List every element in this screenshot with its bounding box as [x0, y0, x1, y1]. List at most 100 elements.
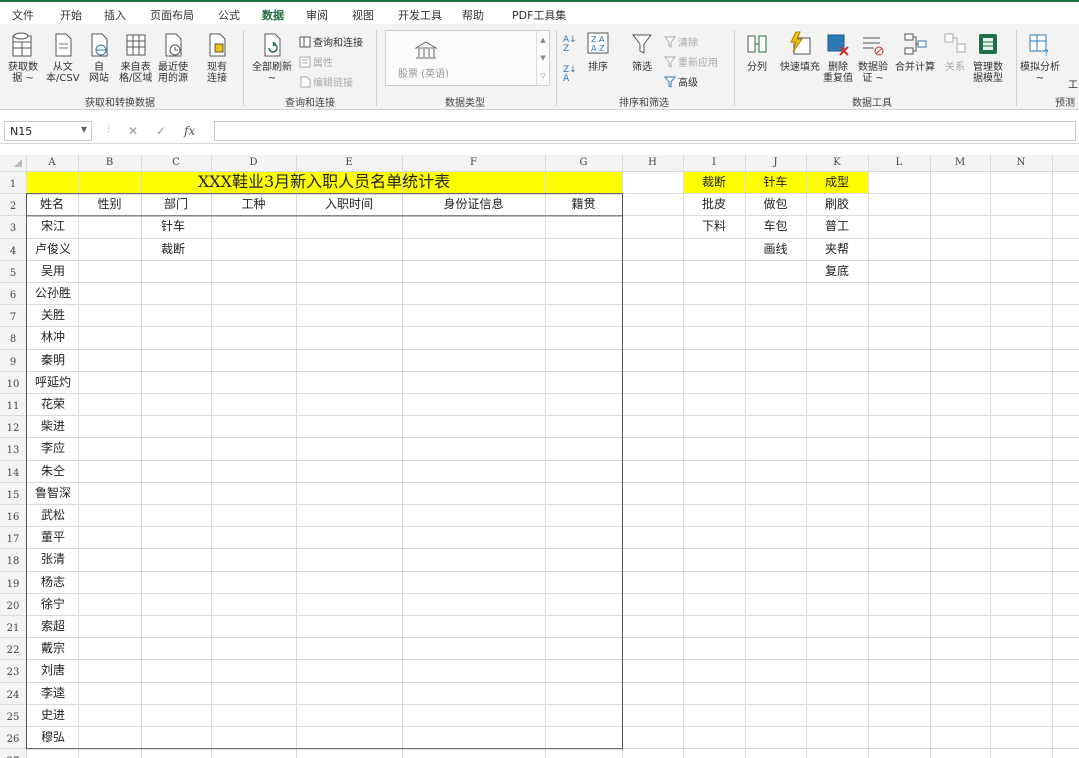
from-web-button[interactable]: 自网站: [88, 30, 110, 84]
name-cell[interactable]: 秦明: [28, 349, 78, 371]
column-header-N[interactable]: N: [990, 155, 1052, 171]
name-cell[interactable]: 宋江: [28, 215, 78, 237]
queries-connections-button[interactable]: 查询和连接: [299, 34, 363, 49]
worksheet-grid[interactable]: A B C D E F G H I J K L M N 1 2 3 4 5 6 7 8 9 10 11 12 13 14 15 16 17 1…: [0, 155, 1079, 758]
row-header-12[interactable]: 12: [0, 415, 26, 437]
row-header-13[interactable]: 13: [0, 437, 26, 459]
manage-data-model-button[interactable]: 管理数 据模型: [973, 30, 1003, 84]
row-header-6[interactable]: 6: [0, 282, 26, 304]
row-header-5[interactable]: 5: [0, 260, 26, 282]
row-header-2[interactable]: 2: [0, 193, 26, 215]
menu-developer[interactable]: 开发工具: [398, 7, 442, 23]
row-header-14[interactable]: 14: [0, 460, 26, 482]
row-header-25[interactable]: 25: [0, 704, 26, 726]
name-cell[interactable]: 戴宗: [28, 637, 78, 659]
list-cell-K[interactable]: 刷胶: [806, 193, 868, 215]
reapply-button[interactable]: 重新应用: [664, 54, 718, 69]
dept-cell[interactable]: 针车: [161, 215, 211, 237]
name-cell[interactable]: 柴进: [28, 415, 78, 437]
name-cell[interactable]: 刘唐: [28, 659, 78, 681]
row-header-10[interactable]: 10: [0, 371, 26, 393]
column-header-H[interactable]: H: [622, 155, 683, 171]
name-cell[interactable]: 穆弘: [28, 726, 78, 748]
column-title-cell[interactable]: 身份证信息: [402, 193, 545, 215]
row-header-23[interactable]: 23: [0, 659, 26, 681]
name-cell[interactable]: 索超: [28, 615, 78, 637]
from-text-csv-button[interactable]: 从文 本/CSV: [46, 30, 80, 84]
from-table-button[interactable]: 来自表 格/区域: [119, 30, 152, 84]
name-cell[interactable]: 朱仝: [28, 460, 78, 482]
name-cell[interactable]: 史进: [28, 704, 78, 726]
cancel-icon[interactable]: ✕: [128, 124, 138, 138]
consolidate-button[interactable]: 合并计算: [895, 30, 935, 73]
gallery-scroll[interactable]: ▲ ▼ ▽: [536, 31, 549, 85]
column-header-A[interactable]: A: [26, 155, 78, 171]
name-box[interactable]: N15 ▼: [4, 121, 92, 141]
row-header-7[interactable]: 7: [0, 304, 26, 326]
enter-check-icon[interactable]: ✓: [156, 124, 166, 138]
edit-links-button[interactable]: 编辑链接: [299, 74, 353, 89]
list-cell-K[interactable]: 夹帮: [806, 238, 868, 260]
data-validation-button[interactable]: 数据验证 ~: [858, 30, 888, 84]
sort-button[interactable]: Z AA Z 排序: [586, 30, 610, 73]
row-header-8[interactable]: 8: [0, 326, 26, 348]
column-title-cell[interactable]: 籍贯: [545, 193, 622, 215]
column-header-I[interactable]: I: [683, 155, 745, 171]
name-cell[interactable]: 张清: [28, 548, 78, 570]
list-cell-K[interactable]: 普工: [806, 215, 868, 237]
name-cell[interactable]: 卢俊义: [28, 238, 78, 260]
name-cell[interactable]: 吴用: [28, 260, 78, 282]
row-header-20[interactable]: 20: [0, 593, 26, 615]
list-cell-J[interactable]: 针车: [745, 171, 806, 193]
name-cell[interactable]: 杨志: [28, 571, 78, 593]
row-header-4[interactable]: 4: [0, 238, 26, 260]
name-cell[interactable]: 董平: [28, 526, 78, 548]
get-data-button[interactable]: 获取数据 ~: [8, 30, 38, 84]
sort-za-button[interactable]: Z↓ A: [563, 66, 577, 84]
menu-view[interactable]: 视图: [352, 7, 374, 23]
row-header-26[interactable]: 26: [0, 726, 26, 748]
list-cell-J[interactable]: 画线: [745, 238, 806, 260]
name-cell[interactable]: 林冲: [28, 326, 78, 348]
menu-pdf-tools[interactable]: PDF工具集: [512, 7, 566, 23]
column-title-cell[interactable]: 部门: [141, 193, 211, 215]
advanced-filter-button[interactable]: 高级: [664, 74, 698, 89]
column-header-E[interactable]: E: [296, 155, 402, 171]
row-header-27[interactable]: 27: [0, 748, 26, 758]
column-header-M[interactable]: M: [930, 155, 990, 171]
list-cell-I[interactable]: 批皮: [683, 193, 745, 215]
column-header-B[interactable]: B: [78, 155, 141, 171]
menu-formulas[interactable]: 公式: [218, 7, 240, 23]
remove-duplicates-button[interactable]: 删除 重复值: [823, 30, 853, 84]
properties-button[interactable]: 属性: [299, 54, 333, 69]
name-cell[interactable]: 公孙胜: [28, 282, 78, 304]
filter-button[interactable]: 筛选: [630, 30, 654, 73]
column-header-L[interactable]: L: [868, 155, 930, 171]
menu-page-layout[interactable]: 页面布局: [150, 7, 194, 23]
refresh-all-button[interactable]: 全部刷新 ~: [252, 30, 292, 84]
row-header-16[interactable]: 16: [0, 504, 26, 526]
row-header-1[interactable]: 1: [0, 171, 26, 193]
menu-home[interactable]: 开始: [60, 7, 82, 23]
name-cell[interactable]: 呼延灼: [28, 371, 78, 393]
column-header-D[interactable]: D: [211, 155, 296, 171]
flash-fill-button[interactable]: 快速填充: [780, 30, 820, 73]
list-cell-J[interactable]: 车包: [745, 215, 806, 237]
clear-filter-button[interactable]: 清除: [664, 34, 698, 49]
row-header-24[interactable]: 24: [0, 682, 26, 704]
name-cell[interactable]: 武松: [28, 504, 78, 526]
recent-sources-button[interactable]: 最近使 用的源: [158, 30, 188, 84]
column-title-cell[interactable]: 性别: [78, 193, 141, 215]
list-cell-I[interactable]: 裁断: [683, 171, 745, 193]
column-header-G[interactable]: G: [545, 155, 622, 171]
relationships-button[interactable]: 关系: [943, 30, 967, 73]
column-title-cell[interactable]: 工种: [211, 193, 296, 215]
menu-insert[interactable]: 插入: [104, 7, 126, 23]
name-cell[interactable]: 花荣: [28, 393, 78, 415]
existing-connections-button[interactable]: 现有 连接: [206, 30, 228, 84]
row-header-19[interactable]: 19: [0, 571, 26, 593]
name-cell[interactable]: 鲁智深: [28, 482, 78, 504]
insert-function-icon[interactable]: fx: [184, 124, 195, 138]
column-title-cell[interactable]: 入职时间: [296, 193, 402, 215]
row-header-21[interactable]: 21: [0, 615, 26, 637]
